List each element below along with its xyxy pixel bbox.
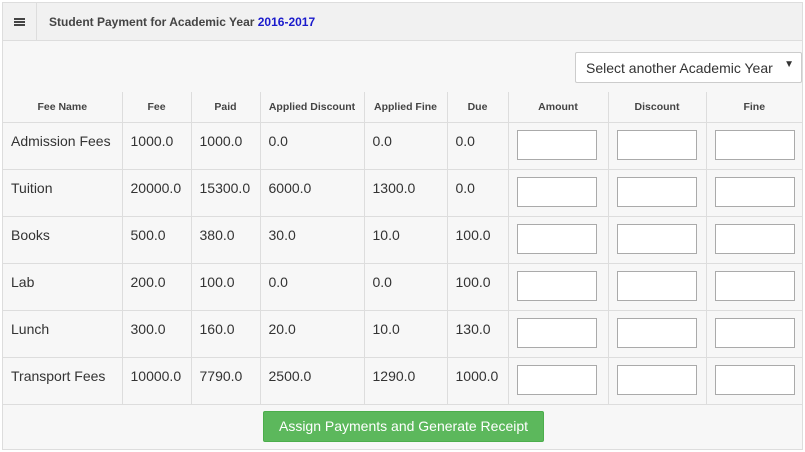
col-applied-discount: Applied Discount	[259, 92, 365, 123]
applied-discount-cell: 0.0	[259, 121, 365, 170]
fee-cell: 1000.0	[121, 121, 192, 170]
paid-cell: 15300.0	[190, 168, 261, 217]
discount-input[interactable]	[616, 270, 697, 301]
fine-input[interactable]	[714, 317, 795, 348]
fine-cell	[705, 309, 802, 358]
amount-input[interactable]	[516, 223, 597, 254]
fee-name-cell: Tuition	[3, 168, 123, 217]
fine-input[interactable]	[714, 270, 795, 301]
discount-input[interactable]	[616, 317, 697, 348]
academic-year-label: 2016-2017	[257, 15, 316, 29]
discount-input[interactable]	[616, 176, 697, 207]
fine-cell	[705, 262, 802, 311]
applied-discount-cell: 2500.0	[259, 356, 365, 405]
amount-input[interactable]	[516, 129, 597, 160]
amount-cell	[507, 262, 609, 311]
fine-input[interactable]	[714, 223, 795, 254]
col-fee: Fee	[121, 92, 192, 123]
amount-input[interactable]	[516, 317, 597, 348]
amount-cell	[507, 168, 609, 217]
table-row: Books 500.0 380.0 30.0 10.0 100.0	[3, 215, 802, 264]
col-fine: Fine	[705, 92, 802, 123]
fee-name-cell: Lab	[3, 262, 123, 311]
fee-cell: 500.0	[121, 215, 192, 264]
fee-table: Fee Name Fee Paid Applied Discount Appli…	[3, 92, 802, 405]
col-applied-fine: Applied Fine	[363, 92, 448, 123]
discount-cell	[607, 215, 707, 264]
page-title-prefix: Student Payment for Academic Year	[49, 15, 255, 29]
applied-fine-cell: 0.0	[363, 121, 448, 170]
table-row: Lunch 300.0 160.0 20.0 10.0 130.0	[3, 309, 802, 358]
discount-cell	[607, 121, 707, 170]
fee-cell: 300.0	[121, 309, 192, 358]
fee-cell: 10000.0	[121, 356, 192, 405]
due-cell: 0.0	[446, 168, 509, 217]
academic-year-select-value: Select another Academic Year	[586, 60, 773, 76]
assign-payments-button[interactable]: Assign Payments and Generate Receipt	[263, 411, 544, 442]
amount-cell	[507, 309, 609, 358]
discount-cell	[607, 356, 707, 405]
applied-discount-cell: 6000.0	[259, 168, 365, 217]
discount-input[interactable]	[616, 364, 697, 395]
fine-input[interactable]	[714, 364, 795, 395]
due-cell: 1000.0	[446, 356, 509, 405]
col-due: Due	[446, 92, 509, 123]
menu-toggle-button[interactable]	[3, 3, 37, 41]
fine-cell	[705, 356, 802, 405]
table-row: Tuition 20000.0 15300.0 6000.0 1300.0 0.…	[3, 168, 802, 217]
fine-cell	[705, 121, 802, 170]
discount-input[interactable]	[616, 129, 697, 160]
fee-cell: 200.0	[121, 262, 192, 311]
due-cell: 0.0	[446, 121, 509, 170]
discount-cell	[607, 309, 707, 358]
paid-cell: 100.0	[190, 262, 261, 311]
fine-input[interactable]	[714, 129, 795, 160]
applied-fine-cell: 1290.0	[363, 356, 448, 405]
paid-cell: 1000.0	[190, 121, 261, 170]
fine-cell	[705, 215, 802, 264]
fee-name-cell: Lunch	[3, 309, 123, 358]
fine-cell	[705, 168, 802, 217]
payment-panel: Student Payment for Academic Year 2016-2…	[2, 2, 803, 450]
table-row: Transport Fees 10000.0 7790.0 2500.0 129…	[3, 356, 802, 405]
panel-header: Student Payment for Academic Year 2016-2…	[3, 3, 802, 41]
applied-discount-cell: 20.0	[259, 309, 365, 358]
col-paid: Paid	[190, 92, 261, 123]
due-cell: 100.0	[446, 215, 509, 264]
table-row: Lab 200.0 100.0 0.0 0.0 100.0	[3, 262, 802, 311]
applied-fine-cell: 10.0	[363, 309, 448, 358]
applied-discount-cell: 30.0	[259, 215, 365, 264]
page-title: Student Payment for Academic Year 2016-2…	[49, 15, 315, 29]
applied-fine-cell: 1300.0	[363, 168, 448, 217]
discount-cell	[607, 262, 707, 311]
table-header-row: Fee Name Fee Paid Applied Discount Appli…	[3, 92, 802, 123]
fee-cell: 20000.0	[121, 168, 192, 217]
fee-name-cell: Transport Fees	[3, 356, 123, 405]
paid-cell: 160.0	[190, 309, 261, 358]
fee-name-cell: Books	[3, 215, 123, 264]
amount-cell	[507, 215, 609, 264]
fee-name-cell: Admission Fees	[3, 121, 123, 170]
due-cell: 130.0	[446, 309, 509, 358]
paid-cell: 380.0	[190, 215, 261, 264]
amount-cell	[507, 121, 609, 170]
caret-down-icon: ▼	[784, 59, 794, 70]
due-cell: 100.0	[446, 262, 509, 311]
applied-fine-cell: 10.0	[363, 215, 448, 264]
amount-cell	[507, 356, 609, 405]
applied-fine-cell: 0.0	[363, 262, 448, 311]
academic-year-select[interactable]: Select another Academic Year ▼	[575, 52, 802, 83]
amount-input[interactable]	[516, 270, 597, 301]
discount-cell	[607, 168, 707, 217]
table-row: Admission Fees 1000.0 1000.0 0.0 0.0 0.0	[3, 121, 802, 170]
amount-input[interactable]	[516, 364, 597, 395]
fine-input[interactable]	[714, 176, 795, 207]
applied-discount-cell: 0.0	[259, 262, 365, 311]
paid-cell: 7790.0	[190, 356, 261, 405]
discount-input[interactable]	[616, 223, 697, 254]
col-discount: Discount	[607, 92, 707, 123]
col-amount: Amount	[507, 92, 609, 123]
amount-input[interactable]	[516, 176, 597, 207]
col-fee-name: Fee Name	[3, 92, 123, 123]
